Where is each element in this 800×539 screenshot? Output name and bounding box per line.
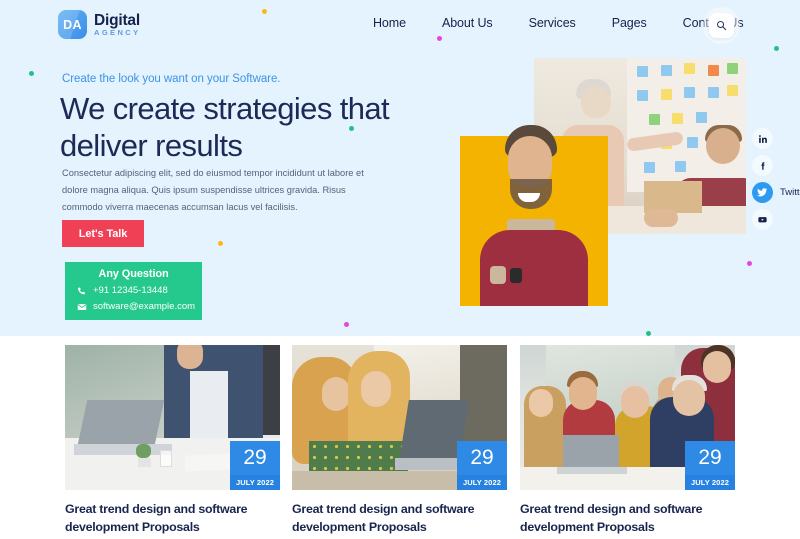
logo-mark-text: DA bbox=[63, 17, 82, 32]
logo-mark-icon: DA bbox=[58, 10, 87, 39]
social-item-facebook[interactable] bbox=[752, 155, 800, 176]
date-badge-day: 29 bbox=[230, 441, 280, 475]
logo-title: Digital bbox=[94, 11, 140, 29]
date-badge-day: 29 bbox=[685, 441, 735, 475]
contact-phone-text: +91 12345-13448 bbox=[93, 285, 168, 296]
twitter-icon bbox=[752, 182, 773, 203]
linkedin-icon bbox=[752, 128, 773, 149]
search-icon bbox=[716, 20, 727, 31]
contact-email-row[interactable]: software@example.com bbox=[76, 301, 202, 312]
dot-yellow-cta bbox=[218, 241, 223, 246]
social-label-twitter: Twitter bbox=[780, 187, 800, 198]
phone-icon bbox=[76, 285, 87, 296]
logo-text: Digital AGENCY bbox=[94, 11, 141, 37]
search-button[interactable] bbox=[709, 13, 734, 38]
social-item-twitter[interactable]: Twitter bbox=[752, 182, 800, 203]
youtube-icon bbox=[752, 209, 773, 230]
date-badge-month-year: JULY 2022 bbox=[457, 475, 507, 490]
nav-item-home[interactable]: Home bbox=[355, 16, 424, 30]
dot-magenta-nav bbox=[437, 36, 442, 41]
dot-magenta-right bbox=[747, 261, 752, 266]
hero-body-text: Consectetur adipiscing elit, sed do eius… bbox=[62, 168, 364, 212]
blog-card[interactable]: 29 JULY 2022 Great trend design and soft… bbox=[520, 345, 735, 536]
dot-green-right-top bbox=[774, 46, 779, 51]
blog-card-title[interactable]: Great trend design and software developm… bbox=[520, 500, 730, 536]
blog-card-title[interactable]: Great trend design and software developm… bbox=[65, 500, 275, 536]
nav-item-pages[interactable]: Pages bbox=[594, 16, 665, 30]
blog-card[interactable]: 29 JULY 2022 Great trend design and soft… bbox=[65, 345, 280, 536]
hero-headline: We create strategies that deliver result… bbox=[60, 91, 390, 163]
site-header: DA Digital AGENCY Home About Us Services… bbox=[0, 0, 800, 48]
dot-green-headline bbox=[349, 126, 354, 131]
envelope-icon bbox=[76, 301, 87, 312]
any-question-card: Any Question +91 12345-13448 software@ex… bbox=[65, 262, 202, 320]
blog-card-image: 29 JULY 2022 bbox=[292, 345, 507, 490]
hero-man-photo bbox=[473, 117, 595, 306]
hero-section: DA Digital AGENCY Home About Us Services… bbox=[0, 0, 800, 336]
date-badge: 29 JULY 2022 bbox=[457, 441, 507, 490]
contact-email-text: software@example.com bbox=[93, 301, 196, 312]
facebook-icon bbox=[752, 155, 773, 176]
nav-item-about-us[interactable]: About Us bbox=[424, 16, 511, 30]
social-rail: Twitter bbox=[752, 128, 800, 230]
blog-card[interactable]: 29 JULY 2022 Great trend design and soft… bbox=[292, 345, 507, 536]
blog-card-image: 29 JULY 2022 bbox=[65, 345, 280, 490]
contact-phone-row[interactable]: +91 12345-13448 bbox=[76, 285, 202, 296]
lets-talk-button[interactable]: Let's Talk bbox=[62, 220, 144, 247]
dot-yellow-top bbox=[262, 9, 267, 14]
dot-green-left bbox=[29, 71, 34, 76]
social-item-linkedin[interactable] bbox=[752, 128, 800, 149]
dot-green-bottom-right bbox=[646, 331, 651, 336]
date-badge-month-year: JULY 2022 bbox=[230, 475, 280, 490]
main-nav: Home About Us Services Pages Contact Us bbox=[355, 16, 762, 30]
any-question-title: Any Question bbox=[98, 268, 169, 280]
date-badge: 29 JULY 2022 bbox=[230, 441, 280, 490]
hero-eyebrow: Create the look you want on your Softwar… bbox=[62, 73, 281, 85]
date-badge-month-year: JULY 2022 bbox=[685, 475, 735, 490]
date-badge-day: 29 bbox=[457, 441, 507, 475]
page-root: DA Digital AGENCY Home About Us Services… bbox=[0, 0, 800, 539]
date-badge: 29 JULY 2022 bbox=[685, 441, 735, 490]
nav-item-services[interactable]: Services bbox=[511, 16, 594, 30]
logo-tagline: AGENCY bbox=[94, 28, 141, 37]
blog-card-title[interactable]: Great trend design and software developm… bbox=[292, 500, 502, 536]
hero-man-scene bbox=[473, 117, 595, 306]
social-item-youtube[interactable] bbox=[752, 209, 800, 230]
dot-magenta-bottom bbox=[344, 322, 349, 327]
blog-card-image: 29 JULY 2022 bbox=[520, 345, 735, 490]
logo[interactable]: DA Digital AGENCY bbox=[58, 10, 141, 39]
